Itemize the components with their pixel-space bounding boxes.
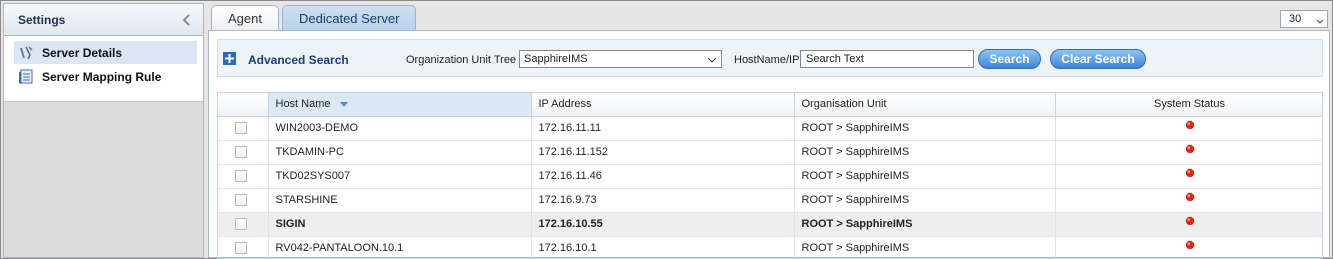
mapping-rule-icon xyxy=(18,69,34,85)
host-name-cell: SIGIN xyxy=(268,212,532,237)
host-name-header[interactable]: Host Name xyxy=(268,93,532,117)
org-unit-cell: ROOT > SapphireIMS xyxy=(794,188,1056,213)
org-unit-cell: ROOT > SapphireIMS xyxy=(794,116,1056,141)
ip-address-cell: 172.16.11.11 xyxy=(531,116,795,141)
ip-address-cell: 172.16.11.46 xyxy=(531,164,795,189)
org-unit-cell: ROOT > SapphireIMS xyxy=(794,236,1056,258)
table-row[interactable]: TKD02SYS007 172.16.11.46 ROOT > SapphireIM… xyxy=(218,164,1322,189)
status-offline-icon xyxy=(1185,192,1195,202)
system-status-cell xyxy=(1055,236,1322,258)
org-unit-cell: ROOT > SapphireIMS xyxy=(794,164,1056,189)
system-status-cell xyxy=(1055,212,1322,237)
org-unit-value: SapphireIMS xyxy=(524,53,588,65)
system-status-cell xyxy=(1055,164,1322,189)
sidebar-title: Settings xyxy=(18,12,66,27)
main-panel: Advanced Search Organization Unit Tree S… xyxy=(208,30,1330,259)
status-offline-icon xyxy=(1185,240,1195,250)
row-checkbox[interactable] xyxy=(235,242,247,255)
ip-address-cell: 172.16.11.152 xyxy=(531,140,795,165)
system-status-header[interactable]: System Status xyxy=(1055,93,1322,117)
page-size-select[interactable]: 30 xyxy=(1280,10,1328,28)
row-checkbox-cell xyxy=(218,164,269,189)
table-row[interactable]: SIGIN 172.16.10.55 ROOT > SapphireIMS xyxy=(218,212,1322,237)
chevron-down-icon xyxy=(707,55,717,67)
ip-address-header[interactable]: IP Address xyxy=(531,93,795,117)
hostname-search-input[interactable]: Search Text xyxy=(800,50,974,68)
tab-bar: Agent Dedicated Server xyxy=(211,5,419,30)
tab-agent[interactable]: Agent xyxy=(211,5,279,30)
system-status-cell xyxy=(1055,116,1322,141)
sidebar-item-server-mapping-rule[interactable]: Server Mapping Rule xyxy=(14,65,197,88)
ip-address-cell: 172.16.10.1 xyxy=(531,236,795,258)
sidebar-item-label: Server Details xyxy=(42,45,123,60)
host-name-cell: WIN2003-DEMO xyxy=(268,116,532,141)
ip-address-cell: 172.16.10.55 xyxy=(531,212,795,237)
org-unit-label: Organization Unit Tree xyxy=(406,54,517,66)
search-bar: Advanced Search Organization Unit Tree S… xyxy=(217,39,1323,77)
expand-plus-icon[interactable] xyxy=(223,52,236,65)
org-unit-header[interactable]: Organisation Unit xyxy=(794,93,1056,117)
row-checkbox-cell xyxy=(218,140,269,165)
host-name-cell: STARSHINE xyxy=(268,188,532,213)
org-unit-select[interactable]: SapphireIMS xyxy=(519,50,722,68)
table-row[interactable]: STARSHINE 172.16.9.73 ROOT > SapphireIMS xyxy=(218,188,1322,213)
clear-search-button[interactable]: Clear Search xyxy=(1050,49,1146,69)
row-checkbox[interactable] xyxy=(235,218,247,231)
row-checkbox-cell xyxy=(218,212,269,237)
table-row[interactable]: RV042-PANTALOON.10.1 172.16.10.1 ROOT > Sa… xyxy=(218,236,1322,258)
row-checkbox[interactable] xyxy=(235,122,247,135)
system-status-cell xyxy=(1055,188,1322,213)
search-button[interactable]: Search xyxy=(978,49,1041,69)
ip-address-cell: 172.16.9.73 xyxy=(531,188,795,213)
status-offline-icon xyxy=(1185,168,1195,178)
sidebar-menu: Server Details Server Mapping Rule xyxy=(4,36,203,102)
sidebar-header: Settings xyxy=(4,4,203,36)
row-checkbox-cell xyxy=(218,236,269,258)
row-checkbox-cell xyxy=(218,188,269,213)
status-offline-icon xyxy=(1185,120,1195,130)
table-row[interactable]: TKDAMIN-PC 172.16.11.152 ROOT > SapphireIM… xyxy=(218,140,1322,165)
server-table: Host Name IP Address Organisation Unit S… xyxy=(217,92,1323,259)
host-name-cell: TKDAMIN-PC xyxy=(268,140,532,165)
tab-dedicated-server[interactable]: Dedicated Server xyxy=(281,5,417,30)
org-unit-cell: ROOT > SapphireIMS xyxy=(794,140,1056,165)
sidebar-item-server-details[interactable]: Server Details xyxy=(14,41,197,64)
row-checkbox[interactable] xyxy=(235,194,247,207)
row-checkbox-cell xyxy=(218,116,269,141)
page-size-value: 30 xyxy=(1289,13,1302,25)
hostname-label: HostName/IP xyxy=(734,54,800,66)
table-header-row: Host Name IP Address Organisation Unit S… xyxy=(218,93,1322,117)
sidebar-item-label: Server Mapping Rule xyxy=(42,69,162,84)
collapse-icon[interactable] xyxy=(179,12,193,28)
select-all-header xyxy=(218,93,269,117)
server-details-icon xyxy=(18,45,34,61)
table-row[interactable]: WIN2003-DEMO 172.16.11.11 ROOT > SapphireI… xyxy=(218,116,1322,141)
host-name-cell: RV042-PANTALOON.10.1 xyxy=(268,236,532,258)
status-offline-icon xyxy=(1185,216,1195,226)
settings-sidebar: Settings Server Details Server Mapping R… xyxy=(3,3,204,258)
system-status-cell xyxy=(1055,140,1322,165)
org-unit-cell: ROOT > SapphireIMS xyxy=(794,212,1056,237)
row-checkbox[interactable] xyxy=(235,170,247,183)
sort-desc-icon xyxy=(339,98,348,110)
header-label: Host Name xyxy=(275,98,331,111)
status-offline-icon xyxy=(1185,144,1195,154)
host-name-cell: TKD02SYS007 xyxy=(268,164,532,189)
chevron-down-icon xyxy=(1316,16,1324,28)
advanced-search-link[interactable]: Advanced Search xyxy=(248,53,349,67)
row-checkbox[interactable] xyxy=(235,146,247,159)
